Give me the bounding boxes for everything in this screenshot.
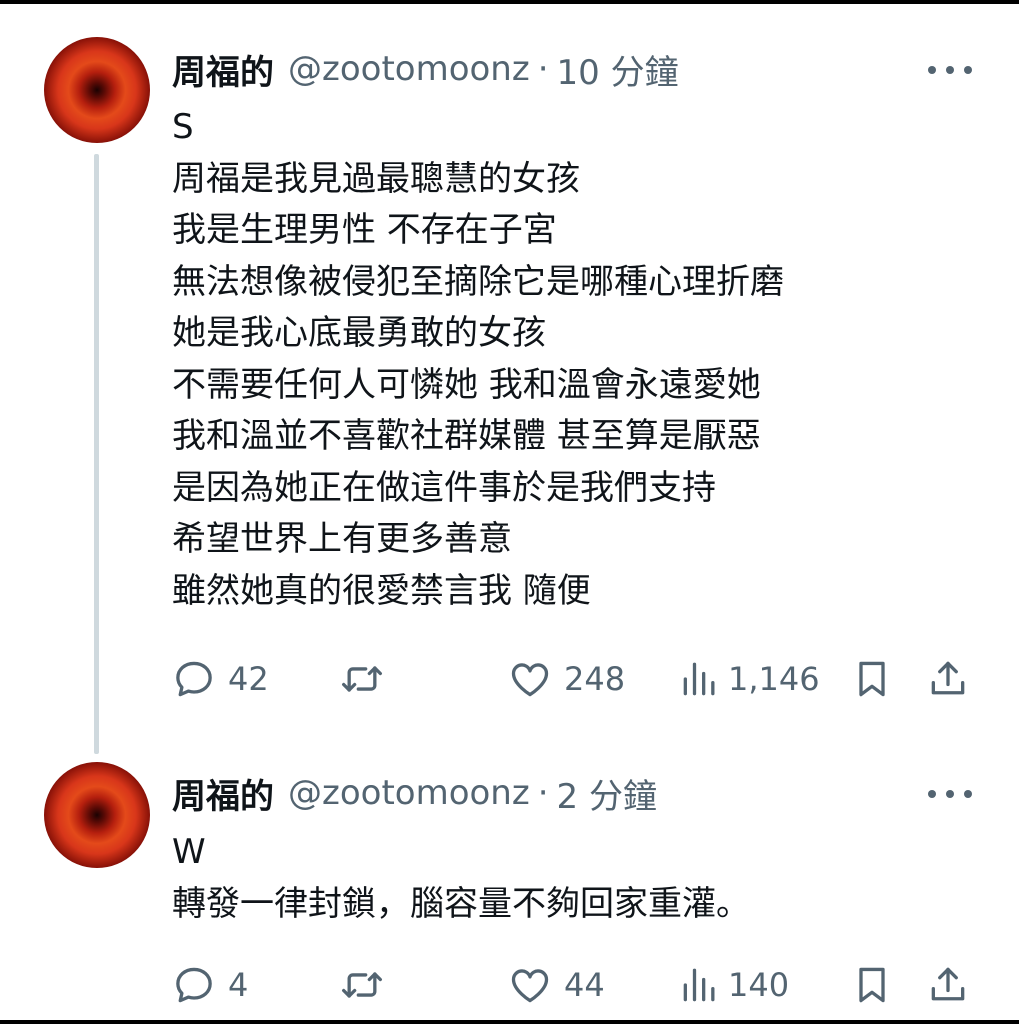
view-count: 140 [728,966,790,1004]
bookmark-icon [859,661,885,697]
like-button[interactable]: 44 [508,960,605,1010]
tweet-text-line: 周福是我見過最聰慧的女孩 [172,158,580,199]
heart-icon [511,663,549,697]
analytics-bars-icon [683,968,715,1002]
tweet-text-line: 無法想像被侵犯至摘除它是哪種心理折磨 [172,261,784,302]
share-upload-icon [931,661,965,695]
analytics-bars-icon [683,662,715,696]
views-button[interactable]: 140 [678,960,789,1010]
retweet-icon [342,972,382,998]
tweet-header: 周福的 @zootomoonz · 10 分鐘 [172,45,679,94]
tweet[interactable]: 周福的 @zootomoonz · 2 分鐘 W 轉發一律封鎖，腦容量不夠回家重… [0,754,1019,1020]
bookmark-button[interactable] [850,654,894,704]
tweet-text: S 周福是我見過最聰慧的女孩 我是生理男性 不存在子宮 無法想像被侵犯至摘除它是… [172,102,784,617]
share-button[interactable] [926,960,970,1010]
user-handle[interactable]: @zootomoonz [288,49,530,89]
tweet-text-line: 我是生理男性 不存在子宮 [172,210,557,250]
tweet-text-line: 希望世界上有更多善意 [172,519,512,559]
tweet-text-line: S [172,107,194,147]
like-count: 44 [564,966,605,1004]
tweet-text-line: 不需要任何人可憐她 我和溫會永遠愛她 [172,364,761,405]
tweet-text-line: 是因為她正在做這件事於是我們支持 [172,467,716,508]
like-button[interactable]: 248 [508,654,625,704]
tweet-text-line: W [172,832,206,872]
more-horizontal-icon[interactable] [928,784,972,804]
reply-count: 42 [228,660,269,698]
more-horizontal-icon[interactable] [928,60,972,80]
reply-bubble-icon [176,967,212,1003]
reply-count: 4 [228,966,249,1004]
avatar[interactable] [44,762,150,868]
heart-icon [511,969,549,1003]
retweet-button[interactable] [340,960,384,1010]
tweet-text-line: 轉發一律封鎖，腦容量不夠回家重灌。 [172,883,750,924]
timestamp[interactable]: 2 分鐘 [557,769,657,818]
user-handle[interactable]: @zootomoonz [288,773,530,813]
tweet[interactable]: 周福的 @zootomoonz · 10 分鐘 S 周福是我見過最聰慧的女孩 我… [0,4,1019,754]
retweet-icon [342,666,382,692]
share-button[interactable] [926,654,970,704]
tweet-text: W 轉發一律封鎖，腦容量不夠回家重灌。 [172,827,750,930]
share-upload-icon [931,967,965,1001]
bookmark-button[interactable] [850,960,894,1010]
action-bar: 42 248 1,146 [0,654,1019,704]
like-count: 248 [564,660,626,698]
separator-dot: · [537,49,549,89]
tweet-text-line: 雖然她真的很愛禁言我 隨便 [172,570,591,611]
views-button[interactable]: 1,146 [678,654,820,704]
view-count: 1,146 [728,660,820,698]
retweet-button[interactable] [340,654,384,704]
display-name[interactable]: 周福的 [172,769,274,818]
reply-button[interactable]: 42 [172,654,269,704]
display-name[interactable]: 周福的 [172,45,274,94]
tweet-header: 周福的 @zootomoonz · 2 分鐘 [172,769,657,818]
reply-bubble-icon [176,661,212,697]
reply-button[interactable]: 4 [172,960,248,1010]
timeline: 周福的 @zootomoonz · 10 分鐘 S 周福是我見過最聰慧的女孩 我… [0,4,1019,1020]
timestamp[interactable]: 10 分鐘 [557,45,679,94]
separator-dot: · [537,773,549,813]
tweet-text-line: 我和溫並不喜歡社群媒體 甚至算是厭惡 [172,416,761,456]
tweet-text-line: 她是我心底最勇敢的女孩 [172,313,546,353]
action-bar: 4 44 140 [0,960,1019,1010]
bookmark-icon [859,967,885,1003]
avatar[interactable] [44,37,150,143]
